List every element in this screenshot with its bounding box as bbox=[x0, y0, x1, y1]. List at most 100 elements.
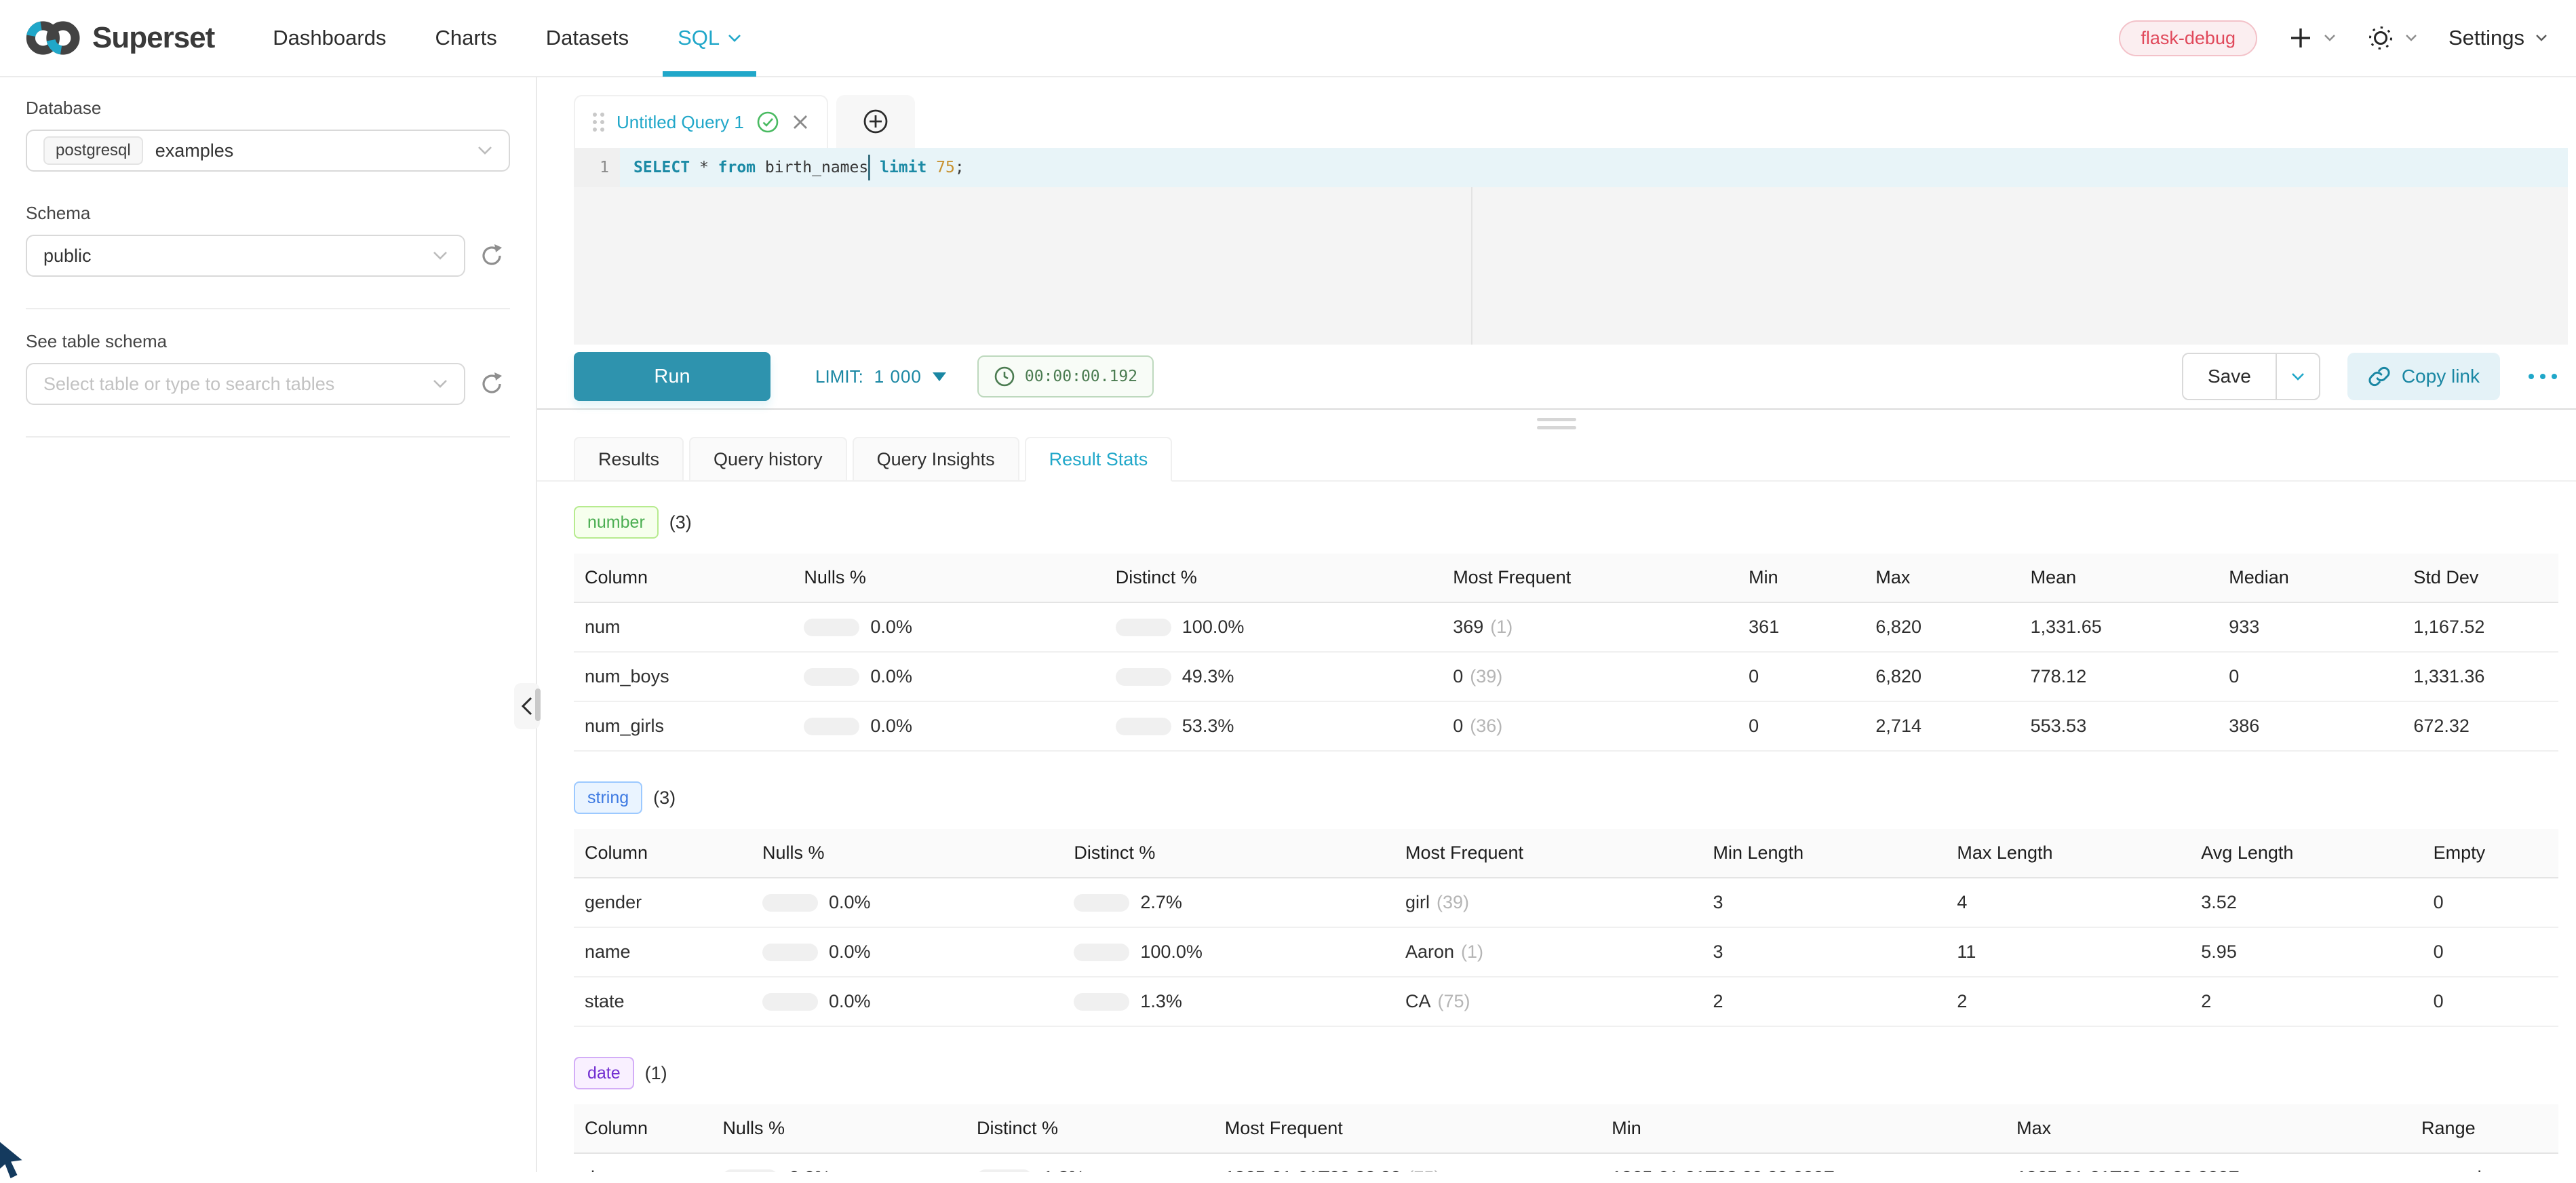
distinct-bar-wrap: 2.7% bbox=[1074, 892, 1389, 913]
sql-token: birth_names bbox=[765, 159, 868, 176]
nulls-bar-value: 0.0% bbox=[870, 617, 912, 638]
column-header: Most Frequent bbox=[1453, 554, 1749, 602]
refresh-schemas-button[interactable] bbox=[479, 243, 505, 269]
save-button[interactable]: Save bbox=[2183, 354, 2276, 399]
settings-menu[interactable]: Settings bbox=[2448, 26, 2548, 50]
nulls-bar-wrap: 0.0% bbox=[762, 892, 1057, 913]
nulls-bar-wrap: 0.0% bbox=[722, 1167, 960, 1172]
refresh-icon bbox=[479, 243, 505, 269]
sql-token: from bbox=[718, 159, 765, 176]
progress-track bbox=[1116, 619, 1171, 636]
stat-value-cell: 11 bbox=[1957, 927, 2201, 977]
stat-value-cell: 2,714 bbox=[1875, 701, 2030, 751]
column-header: Std Dev bbox=[2413, 554, 2558, 602]
stat-value-cell: 553.53 bbox=[2031, 701, 2229, 751]
database-select[interactable]: postgresql examples bbox=[26, 130, 510, 172]
nulls-bar: 0.0% bbox=[804, 701, 1115, 751]
column-header: Column bbox=[574, 1104, 722, 1153]
new-item-menu[interactable] bbox=[2288, 26, 2336, 50]
most-frequent-count: (39) bbox=[1470, 666, 1502, 686]
panel-scrollbar-thumb[interactable] bbox=[535, 689, 541, 721]
progress-track bbox=[1074, 894, 1129, 912]
stats-table-date: ColumnNulls %Distinct %Most FrequentMinM… bbox=[574, 1104, 2558, 1172]
distinct-bar: 2.7% bbox=[1074, 878, 1405, 927]
database-field: Database postgresql examples bbox=[26, 98, 510, 172]
distinct-bar-value: 2.7% bbox=[1140, 892, 1182, 913]
distinct-bar-wrap: 100.0% bbox=[1116, 617, 1437, 638]
nulls-bar: 0.0% bbox=[804, 652, 1115, 701]
limit-dropdown[interactable]: LIMIT: 1 000 bbox=[815, 366, 946, 387]
most-frequent-count: (75) bbox=[1438, 991, 1470, 1011]
type-count: (3) bbox=[653, 788, 676, 809]
stat-value-cell: 6,820 bbox=[1875, 602, 2030, 652]
nav-item-sql[interactable]: SQL bbox=[653, 0, 766, 77]
results-tab-result-stats[interactable]: Result Stats bbox=[1025, 437, 1173, 482]
column-header: Column bbox=[574, 554, 804, 602]
type-count: (3) bbox=[669, 512, 692, 533]
theme-toggle[interactable] bbox=[2367, 24, 2417, 52]
column-header: Distinct % bbox=[1116, 554, 1453, 602]
type-badge-number: number bbox=[574, 506, 659, 539]
brand-name: Superset bbox=[92, 21, 214, 55]
table-row: name0.0%100.0%Aaron(1)3115.950 bbox=[574, 927, 2558, 977]
chevron-down-icon bbox=[2291, 372, 2305, 381]
chevron-down-icon bbox=[2535, 34, 2548, 42]
most-frequent-cell: CA(75) bbox=[1405, 977, 1713, 1026]
stat-value-cell: 0 bbox=[1749, 652, 1875, 701]
new-query-tab-button[interactable] bbox=[836, 95, 915, 148]
stat-value-cell: same day bbox=[2421, 1153, 2558, 1172]
close-icon[interactable] bbox=[792, 113, 809, 131]
column-name-cell: ds bbox=[574, 1153, 722, 1172]
panel-resize-handle[interactable] bbox=[1537, 418, 1576, 429]
more-actions-button[interactable] bbox=[2527, 367, 2558, 386]
column-header: Min bbox=[1612, 1104, 2016, 1153]
column-header: Most Frequent bbox=[1405, 829, 1713, 878]
copy-link-button[interactable]: Copy link bbox=[2347, 353, 2500, 400]
database-type-tag: postgresql bbox=[43, 136, 143, 165]
stat-value-cell: 361 bbox=[1749, 602, 1875, 652]
nulls-bar: 0.0% bbox=[762, 927, 1074, 977]
sql-code-editor[interactable]: 1 SELECT * from birth_names limit 75; bbox=[574, 148, 2568, 345]
refresh-tables-button[interactable] bbox=[479, 371, 505, 397]
run-button[interactable]: Run bbox=[574, 352, 770, 401]
query-tabbar: Untitled Query 1 bbox=[537, 77, 2576, 148]
section-header: date(1) bbox=[574, 1057, 2558, 1089]
results-tab-query-history[interactable]: Query history bbox=[689, 437, 847, 480]
progress-track bbox=[762, 944, 818, 961]
most-frequent-cell: girl(39) bbox=[1405, 878, 1713, 927]
nav-item-dashboards[interactable]: Dashboards bbox=[248, 0, 410, 77]
nulls-bar-wrap: 0.0% bbox=[804, 716, 1099, 737]
plus-circle-icon bbox=[862, 108, 889, 135]
table-header-row: ColumnNulls %Distinct %Most FrequentMin … bbox=[574, 829, 2558, 878]
editor-empty-area[interactable] bbox=[574, 187, 2568, 345]
nav-item-datasets[interactable]: Datasets bbox=[522, 0, 653, 77]
query-timer: 00:00:00.192 bbox=[977, 355, 1154, 397]
sql-statement: SELECT * from birth_names limit 75; bbox=[620, 148, 964, 187]
progress-track bbox=[722, 1169, 778, 1173]
table-select[interactable]: Select table or type to search tables bbox=[26, 363, 465, 405]
superset-logo[interactable]: Superset bbox=[26, 18, 214, 58]
most-frequent-count: (1) bbox=[1461, 942, 1483, 962]
progress-track bbox=[1074, 944, 1129, 961]
nulls-bar: 0.0% bbox=[722, 1153, 977, 1172]
save-options-caret[interactable] bbox=[2276, 354, 2319, 399]
results-tab-query-insights[interactable]: Query Insights bbox=[853, 437, 1019, 480]
table-row: num0.0%100.0%369(1)3616,8201,331.659331,… bbox=[574, 602, 2558, 652]
schema-select[interactable]: public bbox=[26, 235, 465, 277]
nav-item-charts[interactable]: Charts bbox=[410, 0, 521, 77]
stats-section-date: date(1) ColumnNulls %Distinct %Most Frequ… bbox=[574, 1057, 2558, 1172]
progress-track bbox=[977, 1169, 1032, 1173]
superset-logo-icon bbox=[26, 18, 81, 58]
drag-handle-icon[interactable] bbox=[593, 113, 604, 132]
results-tab-results[interactable]: Results bbox=[574, 437, 684, 480]
limit-label: LIMIT: bbox=[815, 366, 863, 387]
result-stats-content: number (3) ColumnNulls %Distinct %Most Fre… bbox=[537, 482, 2576, 1172]
stats-table-number: ColumnNulls %Distinct %Most FrequentMinM… bbox=[574, 554, 2558, 752]
distinct-bar-value: 49.3% bbox=[1182, 666, 1234, 687]
most-frequent-cell: Aaron(1) bbox=[1405, 927, 1713, 977]
nulls-bar-wrap: 0.0% bbox=[804, 617, 1099, 638]
column-name-cell: num bbox=[574, 602, 804, 652]
nulls-bar-value: 0.0% bbox=[870, 716, 912, 737]
distinct-bar-value: 100.0% bbox=[1140, 942, 1203, 963]
query-tab[interactable]: Untitled Query 1 bbox=[574, 95, 828, 148]
